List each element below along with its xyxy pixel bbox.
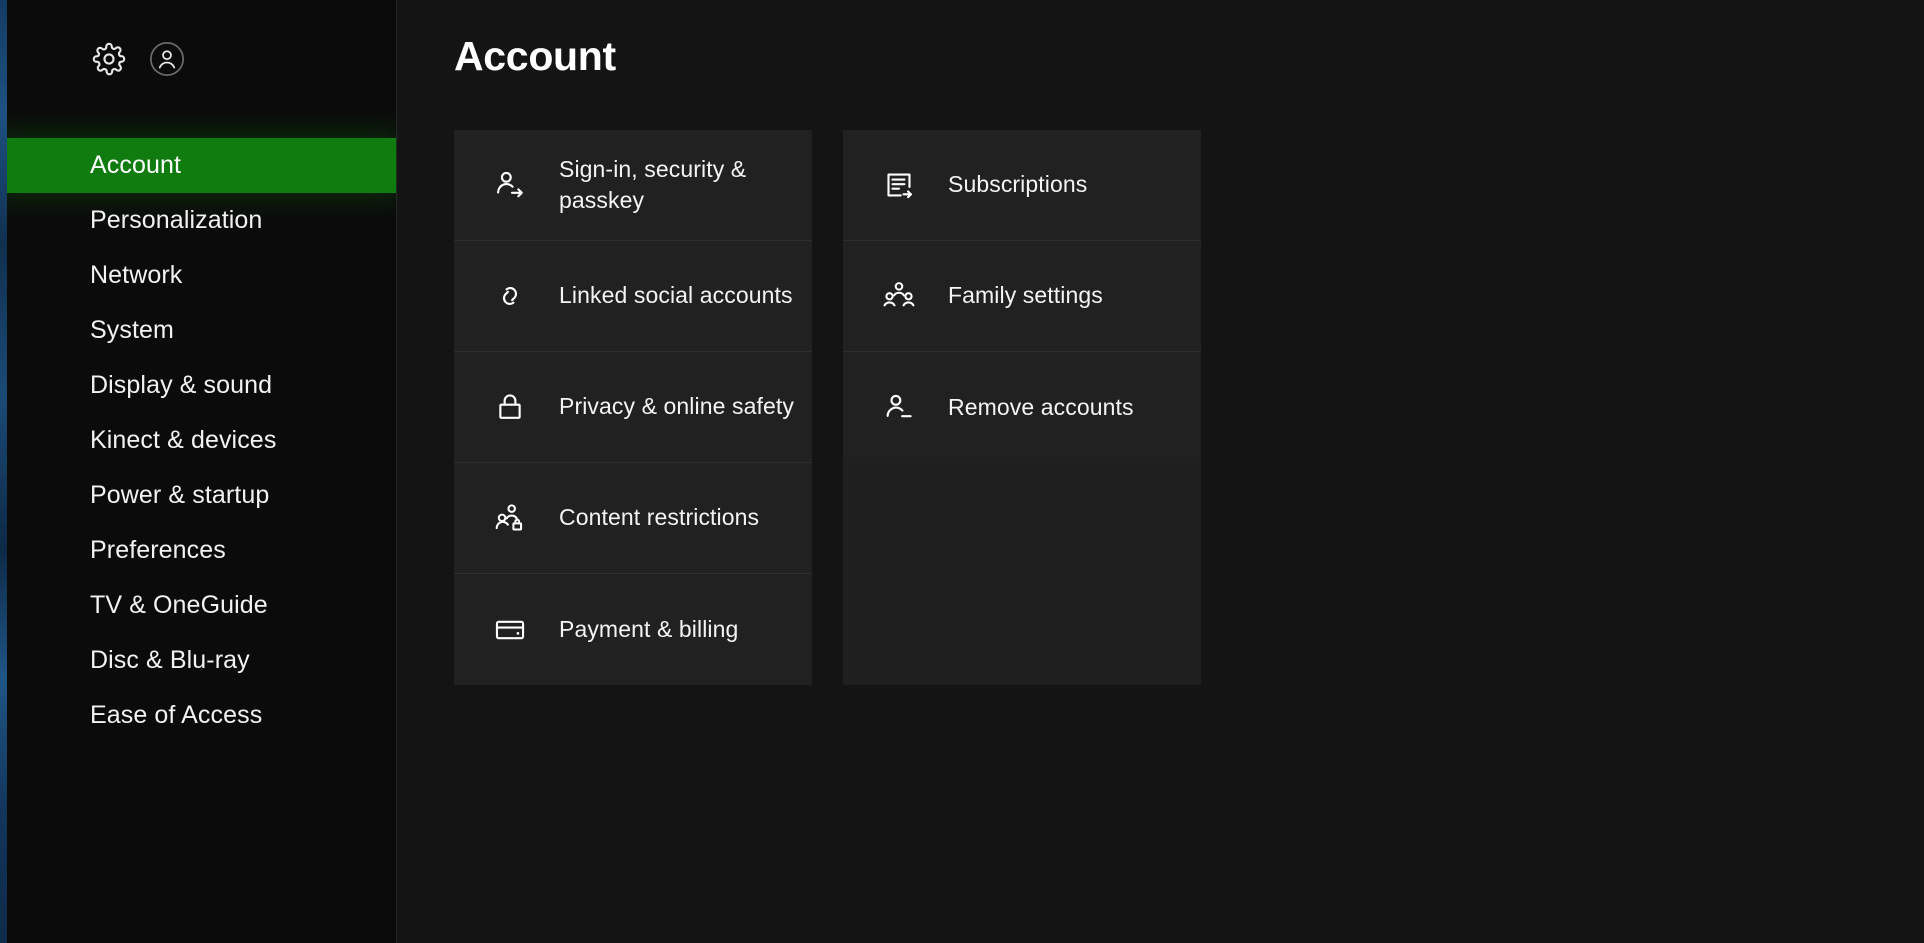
- sidebar-item-network[interactable]: Network: [0, 248, 396, 303]
- credit-card-icon: [493, 613, 527, 647]
- link-icon: [493, 279, 527, 313]
- sidebar-item-ease-of-access[interactable]: Ease of Access: [0, 688, 396, 743]
- tile-label: Sign-in, security & passkey: [559, 154, 812, 216]
- sidebar-item-disc-and-bluray[interactable]: Disc & Blu-ray: [0, 633, 396, 688]
- tile-column-right: Subscriptions Family settings: [843, 130, 1201, 685]
- sidebar-item-personalization[interactable]: Personalization: [0, 193, 396, 248]
- settings-nav-list: Account Personalization Network System D…: [0, 118, 396, 743]
- document-arrow-icon: [882, 168, 916, 202]
- sidebar-item-label: Power & startup: [90, 481, 269, 510]
- settings-tile-area: Sign-in, security & passkey Linked socia…: [454, 130, 1924, 685]
- sidebar-item-kinect-and-devices[interactable]: Kinect & devices: [0, 413, 396, 468]
- person-minus-icon: [882, 391, 916, 425]
- sidebar-item-system[interactable]: System: [0, 303, 396, 358]
- tile-subscriptions[interactable]: Subscriptions: [843, 130, 1201, 241]
- sidebar-item-label: System: [90, 316, 174, 345]
- gear-icon[interactable]: [90, 40, 128, 78]
- sidebar-item-power-and-startup[interactable]: Power & startup: [0, 468, 396, 523]
- people-lock-icon: [493, 501, 527, 535]
- wallpaper-edge-strip: [0, 0, 7, 943]
- page-title: Account: [454, 36, 1924, 77]
- account-avatar-icon[interactable]: [148, 40, 186, 78]
- tile-payment-billing[interactable]: Payment & billing: [454, 574, 812, 685]
- tile-privacy-online-safety[interactable]: Privacy & online safety: [454, 352, 812, 463]
- sidebar-item-label: Kinect & devices: [90, 426, 276, 455]
- tile-label: Content restrictions: [559, 502, 759, 533]
- sidebar-item-label: Preferences: [90, 536, 226, 565]
- tile-remove-accounts[interactable]: Remove accounts: [843, 352, 1201, 463]
- tile-label: Payment & billing: [559, 614, 738, 645]
- sidebar-item-label: Display & sound: [90, 371, 272, 400]
- sidebar-item-account[interactable]: Account: [0, 138, 396, 193]
- sidebar-item-tv-and-oneguide[interactable]: TV & OneGuide: [0, 578, 396, 633]
- settings-sidebar: Account Personalization Network System D…: [0, 0, 397, 943]
- sidebar-item-label: TV & OneGuide: [90, 591, 268, 620]
- sidebar-item-label: Personalization: [90, 206, 262, 235]
- sidebar-item-label: Ease of Access: [90, 701, 262, 730]
- sidebar-item-preferences[interactable]: Preferences: [0, 523, 396, 578]
- account-page: Account Sign-in, security & passkey: [397, 0, 1924, 943]
- tile-column-left: Sign-in, security & passkey Linked socia…: [454, 130, 812, 685]
- tile-label: Privacy & online safety: [559, 391, 794, 422]
- sidebar-item-label: Disc & Blu-ray: [90, 646, 250, 675]
- sidebar-item-label: Network: [90, 261, 182, 290]
- person-arrow-icon: [493, 168, 527, 202]
- tile-content-restrictions[interactable]: Content restrictions: [454, 463, 812, 574]
- sidebar-item-label: Account: [90, 151, 181, 180]
- tile-label: Family settings: [948, 280, 1103, 311]
- tile-label: Linked social accounts: [559, 280, 793, 311]
- tile-label: Remove accounts: [948, 392, 1134, 423]
- tile-linked-social-accounts[interactable]: Linked social accounts: [454, 241, 812, 352]
- tile-family-settings[interactable]: Family settings: [843, 241, 1201, 352]
- xbox-settings-screen: Account Personalization Network System D…: [0, 0, 1924, 943]
- lock-icon: [493, 390, 527, 424]
- people-group-icon: [882, 279, 916, 313]
- sidebar-item-display-and-sound[interactable]: Display & sound: [0, 358, 396, 413]
- tile-label: Subscriptions: [948, 169, 1087, 200]
- tile-sign-in-security-passkey[interactable]: Sign-in, security & passkey: [454, 130, 812, 241]
- sidebar-header: [0, 0, 396, 118]
